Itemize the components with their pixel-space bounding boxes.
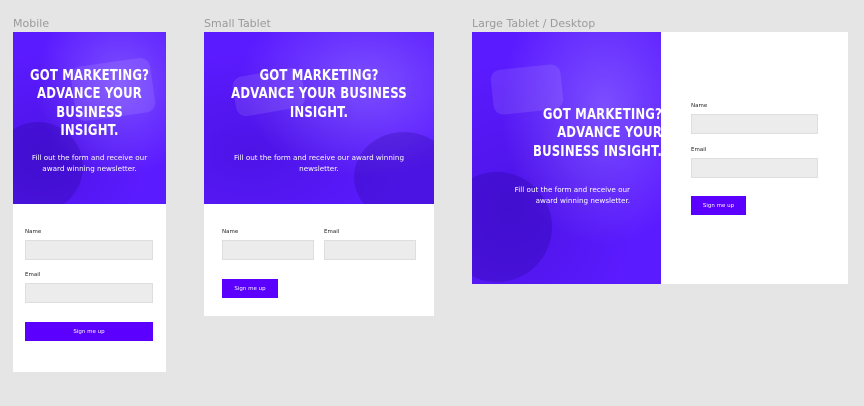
name-label: Name: [691, 103, 708, 109]
email-label: Email: [25, 272, 41, 278]
frame-label-desktop: Large Tablet / Desktop: [472, 17, 596, 30]
name-field[interactable]: [222, 240, 314, 260]
email-label: Email: [691, 147, 707, 153]
hero-banner: GOT MARKETING? ADVANCE YOUR BUSINESS INS…: [13, 32, 166, 204]
hero-banner: GOT MARKETING? ADVANCE YOUR BUSINESS INS…: [472, 32, 661, 284]
small-tablet-frame: GOT MARKETING? ADVANCE YOUR BUSINESS INS…: [204, 32, 434, 316]
mobile-frame: GOT MARKETING? ADVANCE YOUR BUSINESS INS…: [13, 32, 166, 372]
email-field[interactable]: [25, 283, 153, 303]
name-label: Name: [25, 229, 42, 235]
frame-label-small-tablet: Small Tablet: [204, 17, 271, 30]
name-field[interactable]: [25, 240, 153, 260]
hero-headline: GOT MARKETING? ADVANCE YOUR BUSINESS INS…: [231, 66, 407, 121]
hero-headline: GOT MARKETING? ADVANCE YOUR BUSINESS INS…: [532, 105, 661, 160]
name-field[interactable]: [691, 114, 818, 134]
hero-headline: GOT MARKETING? ADVANCE YOUR BUSINESS INS…: [29, 66, 150, 139]
sign-me-up-button[interactable]: Sign me up: [25, 322, 153, 341]
email-field[interactable]: [324, 240, 416, 260]
hero-banner: GOT MARKETING? ADVANCE YOUR BUSINESS INS…: [204, 32, 434, 204]
frame-label-mobile: Mobile: [13, 17, 50, 30]
email-field[interactable]: [691, 158, 818, 178]
sign-me-up-button[interactable]: Sign me up: [691, 196, 746, 215]
desktop-frame: GOT MARKETING? ADVANCE YOUR BUSINESS INS…: [472, 32, 848, 284]
hero-subtext: Fill out the form and receive our award …: [514, 185, 630, 206]
email-label: Email: [324, 229, 340, 235]
hero-subtext: Fill out the form and receive our award …: [31, 153, 148, 174]
sign-me-up-button[interactable]: Sign me up: [222, 279, 278, 298]
hero-subtext: Fill out the form and receive our award …: [233, 153, 405, 174]
name-label: Name: [222, 229, 239, 235]
